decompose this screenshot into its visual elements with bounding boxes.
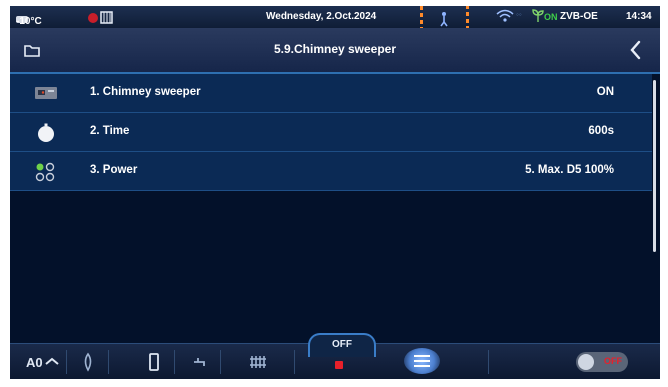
- toggle-label: OFF: [604, 356, 622, 366]
- status-time: 14:34: [626, 11, 652, 22]
- phone-icon[interactable]: [140, 350, 168, 374]
- status-on-badge: ON: [544, 12, 558, 22]
- divider: [66, 350, 67, 374]
- list-item-power[interactable]: 3. Power 5. Max. D5 100%: [10, 152, 652, 191]
- screen: -10°C Wednesday, 2.Oct.2024 ◦◦ ON ZVB-OE…: [10, 6, 660, 379]
- menu-icon[interactable]: [404, 348, 440, 374]
- radiator-icon[interactable]: [244, 350, 272, 374]
- settings-list: 1. Chimney sweeper ON 2. Time 600s 3. Po…: [10, 74, 652, 334]
- power-toggle[interactable]: OFF: [576, 352, 628, 372]
- auto-mode-icon[interactable]: A0: [24, 350, 60, 374]
- flame-icon[interactable]: [74, 350, 102, 374]
- alarm-icon: [86, 9, 116, 28]
- divider: [488, 350, 489, 374]
- list-item-value: 600s: [588, 125, 614, 137]
- page-title: 5.9.Chimney sweeper: [273, 42, 397, 56]
- status-device: ZVB-OE: [560, 11, 598, 22]
- svg-text:A0: A0: [26, 355, 43, 370]
- list-item-time[interactable]: 2. Time 600s: [10, 113, 652, 152]
- list-item-label: 2. Time: [90, 125, 130, 137]
- list-item-value: ON: [596, 86, 614, 98]
- divider: [294, 350, 295, 374]
- toggle-knob: [578, 354, 594, 370]
- stop-indicator-icon: [335, 361, 343, 369]
- list-item-label: 1. Chimney sweeper: [90, 86, 201, 98]
- list-item-label: 3. Power: [90, 164, 138, 176]
- list-item-chimney-sweeper[interactable]: 1. Chimney sweeper ON: [10, 74, 652, 113]
- list-item-value: 5. Max. D5 100%: [525, 164, 614, 176]
- power-level-icon: [34, 162, 58, 182]
- chevron-left-icon: [630, 40, 641, 60]
- signal-icon: ◦◦: [516, 10, 522, 19]
- back-button[interactable]: [622, 36, 650, 64]
- plant-icon: [532, 9, 544, 26]
- status-date: Wednesday, 2.Oct.2024: [266, 11, 377, 22]
- wifi-icon: [496, 9, 514, 26]
- tap-icon[interactable]: [186, 350, 214, 374]
- mode-off-tab[interactable]: OFF: [308, 333, 376, 357]
- stopwatch-icon: [34, 123, 58, 142]
- status-bar: -10°C Wednesday, 2.Oct.2024 ◦◦ ON ZVB-OE…: [10, 6, 660, 46]
- boiler-icon: [34, 84, 58, 102]
- divider: [108, 350, 109, 374]
- divider: [174, 350, 175, 374]
- scrollbar[interactable]: [653, 80, 656, 252]
- divider: [220, 350, 221, 374]
- title-bar: 5.9.Chimney sweeper: [10, 28, 660, 74]
